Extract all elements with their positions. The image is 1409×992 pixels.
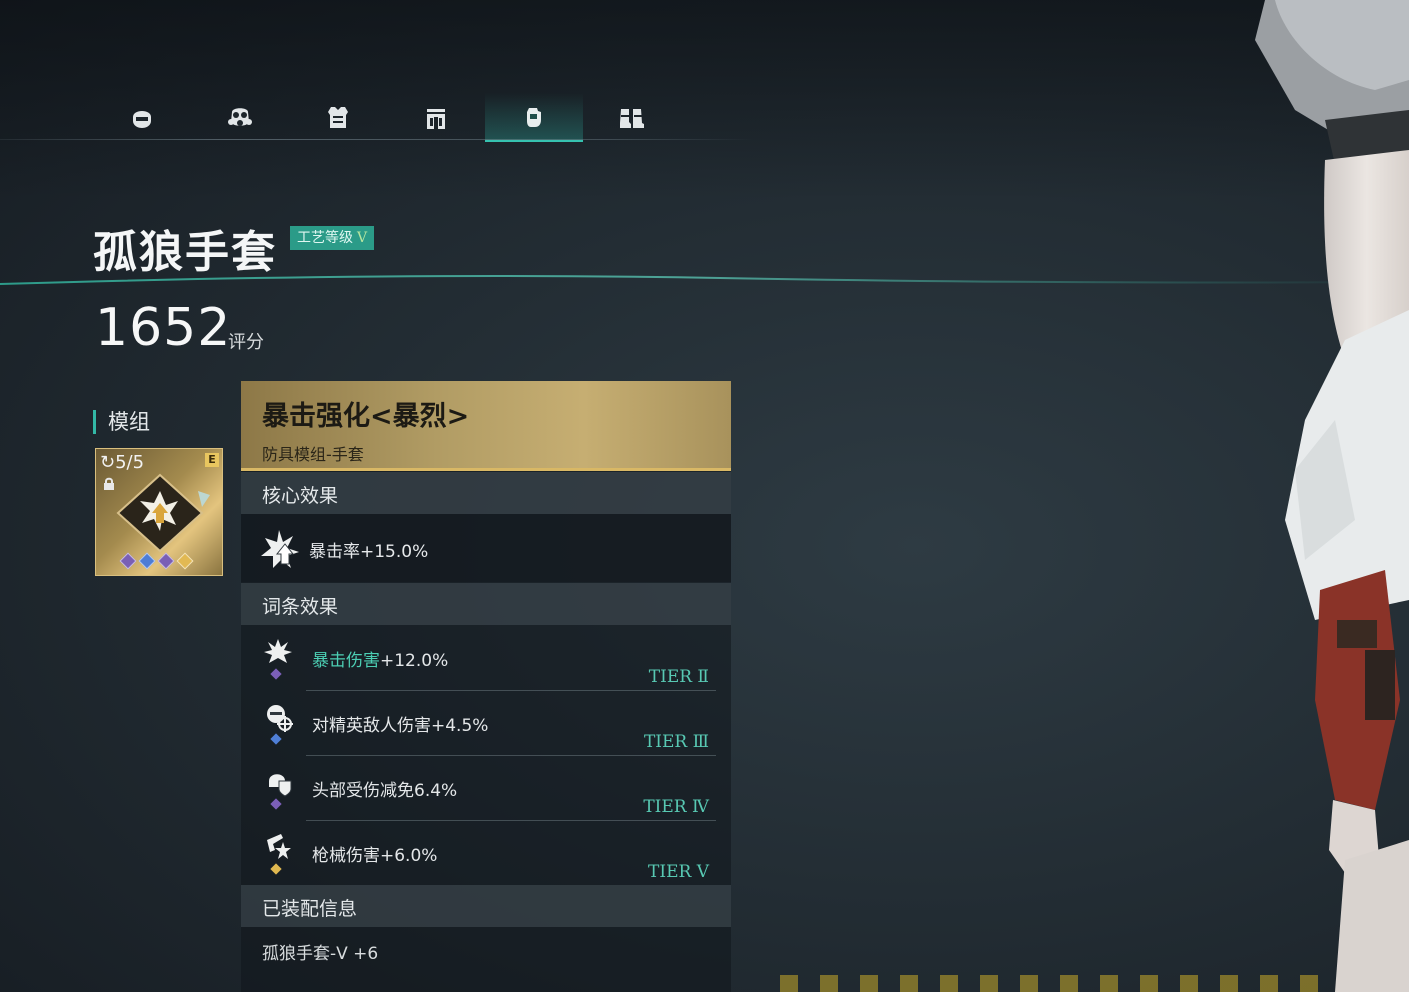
crit-damage-icon <box>264 639 292 663</box>
refresh-icon: ↻ <box>100 452 116 473</box>
gear-score-unit: 评分 <box>228 332 264 353</box>
affix-row: 对精英敌人伤害+4.5% TIER Ⅲ <box>241 692 731 756</box>
equipment-slot-tabs <box>93 93 753 142</box>
head-protection-icon <box>269 774 292 797</box>
core-effect-text: 暴击率+15.0% <box>309 542 429 562</box>
boots-icon <box>620 109 644 128</box>
mod-grade-badge: E <box>205 453 219 467</box>
affix-text: 暴击伤害+12.0% <box>312 646 448 671</box>
mod-detail-panel: 暴击强化<暴烈> 防具模组-手套 核心效果 暴击率+15.0% 词条效果 暴击伤… <box>241 381 731 992</box>
mod-slot-card[interactable]: ↻5/5 E <box>95 448 223 576</box>
affix-row: 头部受伤减免6.4% TIER Ⅳ <box>241 757 731 821</box>
crit-rate-icon <box>261 530 299 568</box>
affix-divider <box>306 755 716 756</box>
tier-pip <box>270 733 282 745</box>
affix-effect-header: 词条效果 <box>241 583 731 625</box>
affix-text: 对精英敌人伤害+4.5% <box>312 711 488 736</box>
affix-tier: TIER V <box>648 862 709 882</box>
craft-level-label: 工艺等级 <box>297 230 353 246</box>
tab-boots[interactable] <box>583 93 681 141</box>
crit-boost-emblem-icon <box>116 473 210 553</box>
tier-pip <box>270 798 282 810</box>
affix-divider <box>306 820 716 821</box>
affix-text: 枪械伤害+6.0% <box>312 841 437 866</box>
gear-score: 1652 <box>95 298 232 358</box>
equipped-info-header: 已装配信息 <box>241 885 731 927</box>
mod-count: ↻5/5 <box>100 452 144 473</box>
gas-mask-icon <box>228 108 252 126</box>
gem-blue <box>138 552 156 570</box>
affix-row: 枪械伤害+6.0% TIER V <box>241 822 731 886</box>
gem-purple <box>157 552 175 570</box>
perk-header: 暴击强化<暴烈> 防具模组-手套 <box>241 381 731 471</box>
tab-body-armor[interactable] <box>289 93 387 141</box>
helmet-icon <box>133 111 151 128</box>
equipped-info-title: 已装配信息 <box>262 898 358 920</box>
gem-purple <box>119 552 137 570</box>
gem-gold <box>176 552 194 570</box>
affix-effect-title: 词条效果 <box>262 596 339 618</box>
affix-value: 对精英敌人伤害+4.5% <box>312 716 489 736</box>
tab-backpack[interactable] <box>387 93 485 141</box>
affix-divider <box>306 690 716 691</box>
affix-value: +12.0% <box>380 651 449 671</box>
bottom-hint-glow <box>780 975 1330 992</box>
equipped-info-text: 孤狼手套-V +6 <box>262 944 379 964</box>
core-effect-title: 核心效果 <box>262 485 339 507</box>
tier-pip <box>270 863 282 875</box>
affix-value: 头部受伤减免6.4% <box>312 781 458 801</box>
core-effect-header: 核心效果 <box>241 472 731 514</box>
affix-highlight: 暴击伤害 <box>312 651 380 671</box>
mod-section-label: 模组 <box>93 410 150 434</box>
affix-tier: TIER Ⅱ <box>648 667 709 687</box>
perk-type: 防具模组-手套 <box>262 445 364 464</box>
character-model <box>1255 0 1409 992</box>
header-divider <box>0 275 1409 285</box>
tab-underline <box>0 139 753 140</box>
firearm-damage-icon <box>267 834 291 859</box>
mod-gem-row <box>119 552 194 570</box>
affix-row: 暴击伤害+12.0% TIER Ⅱ <box>241 627 731 691</box>
elite-enemy-icon <box>267 705 293 732</box>
craft-level-badge: 工艺等级 V <box>290 226 375 250</box>
tab-gas-mask[interactable] <box>191 93 289 141</box>
core-effect-row: 暴击率+15.0% <box>241 514 731 582</box>
mod-count-value: 5/5 <box>115 452 145 473</box>
perk-name: 暴击强化<暴烈> <box>262 401 470 432</box>
backpack-icon <box>427 109 445 129</box>
tab-gloves[interactable] <box>485 93 583 142</box>
craft-level-value: V <box>357 230 368 246</box>
tab-helmet[interactable] <box>93 93 191 141</box>
affix-value: 枪械伤害+6.0% <box>312 846 438 866</box>
affix-tier: TIER Ⅲ <box>643 732 709 752</box>
gloves-icon <box>527 108 541 127</box>
body-armor-icon <box>328 107 348 128</box>
affix-tier: TIER Ⅳ <box>643 797 709 817</box>
affix-text: 头部受伤减免6.4% <box>312 776 457 801</box>
tier-pip <box>270 668 282 680</box>
